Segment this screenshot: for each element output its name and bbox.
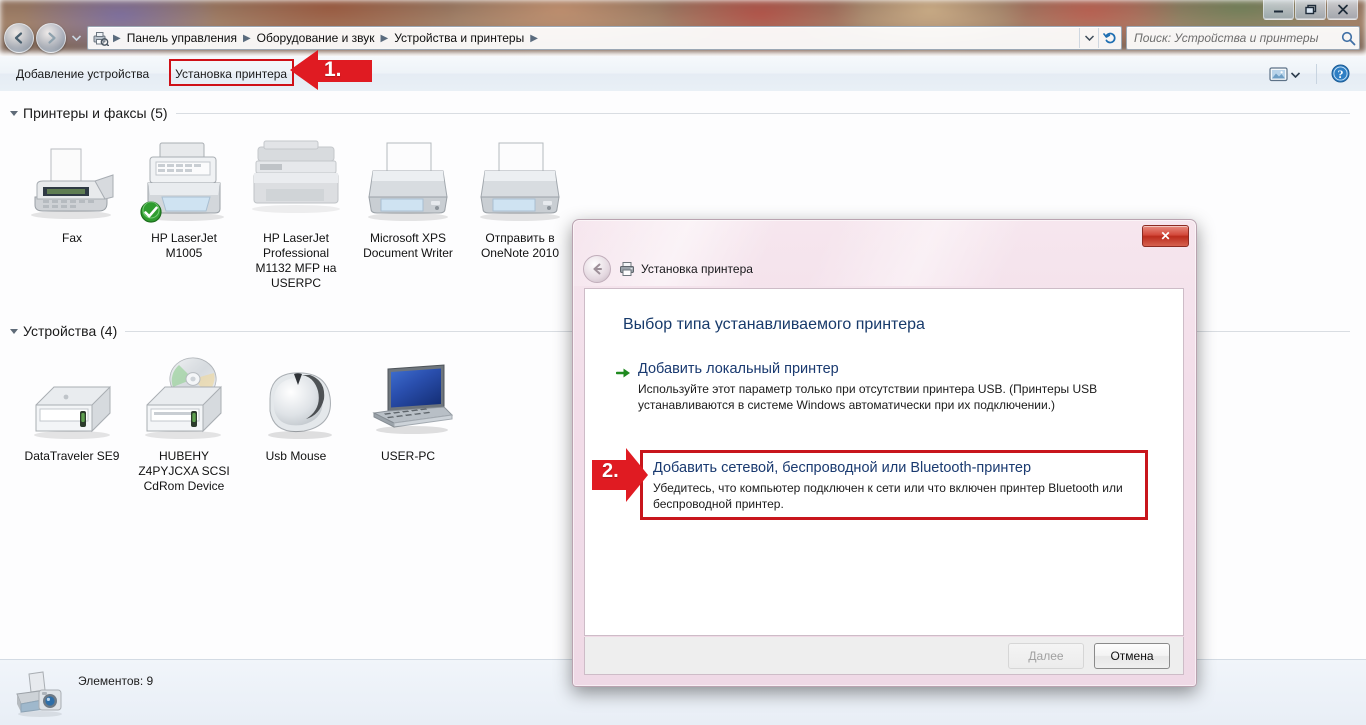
mfp-printer-offline-icon: [246, 137, 346, 225]
local-printer-text: Добавить локальный принтер Используйте э…: [638, 360, 1146, 413]
restore-button[interactable]: [1295, 0, 1326, 20]
svg-text:?: ?: [1338, 67, 1344, 81]
option-description: Используйте этот параметр только при отс…: [638, 382, 1098, 412]
dialog-title: Установка принтера: [641, 262, 753, 276]
toolbar-separator: [1316, 63, 1317, 84]
device-label: Fax: [61, 231, 82, 245]
device-tile-user-pc[interactable]: USER-PC: [352, 355, 464, 494]
device-tile-datatraveler-se9[interactable]: DataTraveler SE9: [16, 355, 128, 494]
green-arrow-icon: [615, 360, 638, 413]
cdrom-drive-icon: [134, 355, 234, 443]
collapse-triangle-icon[interactable]: [8, 325, 20, 337]
cancel-button[interactable]: Отмена: [1094, 642, 1170, 669]
fax-machine-icon: [22, 137, 122, 225]
collapse-triangle-icon[interactable]: [8, 107, 20, 119]
dialog-header: Установка принтера: [573, 252, 753, 286]
callout-1: 1.: [288, 50, 372, 90]
address-dropdown-button[interactable]: [1079, 28, 1098, 48]
breadcrumb: ▶ Панель управления ▶ Оборудование и зву…: [111, 30, 1079, 46]
virtual-printer-icon: [470, 137, 570, 225]
dialog-heading: Выбор типа устанавливаемого принтера: [623, 316, 925, 333]
back-button[interactable]: [4, 23, 34, 53]
device-label: Отправить в OneNote 2010: [480, 231, 560, 260]
group-label-devices: Устройства (4): [23, 323, 118, 339]
callout-2: 2.: [592, 442, 648, 508]
address-bar[interactable]: ▶ Панель управления ▶ Оборудование и зву…: [87, 26, 1122, 50]
printer-icon: [619, 261, 635, 277]
breadcrumb-separator: ▶: [113, 32, 121, 44]
device-label: Usb Mouse: [265, 449, 327, 463]
laser-printer-icon: [134, 137, 234, 225]
mouse-icon: [246, 355, 346, 443]
breadcrumb-separator: ▶: [530, 32, 538, 44]
callout-number: 1.: [324, 58, 342, 81]
laptop-icon: [358, 355, 458, 443]
help-button[interactable]: ?: [1325, 60, 1356, 87]
breadcrumb-item-devices-printers[interactable]: Устройства и принтеры: [390, 30, 528, 46]
device-tile-cdrom[interactable]: HUBEHY Z4PYJCXA SCSI CdRom Device: [128, 355, 240, 494]
next-button[interactable]: Далее: [1008, 642, 1084, 669]
search-icon: [1337, 31, 1359, 46]
callout-number: 2.: [602, 460, 619, 482]
option-title[interactable]: Добавить сетевой, беспроводной или Bluet…: [653, 459, 1137, 478]
device-tile-send-to-onenote[interactable]: Отправить в OneNote 2010: [464, 137, 576, 291]
search-input[interactable]: Поиск: Устройства и принтеры: [1127, 31, 1337, 45]
breadcrumb-item-hardware-sound[interactable]: Оборудование и звук: [253, 30, 379, 46]
add-device-button[interactable]: Добавление устройства: [6, 62, 159, 86]
back-arrow-icon[interactable]: [583, 255, 611, 283]
default-printer-check-icon: [140, 201, 162, 223]
search-box[interactable]: Поиск: Устройства и принтеры: [1126, 26, 1360, 50]
dialog-footer: Далее Отмена: [584, 637, 1184, 675]
network-printer-option[interactable]: Добавить сетевой, беспроводной или Bluet…: [640, 450, 1148, 520]
status-item-count: Элементов: 9: [78, 674, 154, 688]
refresh-icon[interactable]: [1098, 28, 1121, 48]
network-printer-text: Добавить сетевой, беспроводной или Bluet…: [643, 453, 1145, 512]
device-label: HUBEHY Z4PYJCXA SCSI CdRom Device: [138, 449, 230, 493]
printer-camera-icon: [12, 667, 68, 719]
close-button[interactable]: [1327, 0, 1358, 20]
device-tile-usb-mouse[interactable]: Usb Mouse: [240, 355, 352, 494]
command-toolbar: Добавление устройства Установка принтера: [0, 56, 1366, 92]
local-printer-option[interactable]: Добавить локальный принтер Используйте э…: [615, 360, 1146, 413]
navigation-buttons: [4, 23, 84, 53]
device-label: DataTraveler SE9: [24, 449, 120, 463]
option-title[interactable]: Добавить локальный принтер: [638, 360, 1146, 378]
devices-printers-icon: [92, 30, 109, 46]
breadcrumb-separator: ▶: [242, 32, 251, 44]
screen-root: ▶ Панель управления ▶ Оборудование и зву…: [0, 0, 1366, 725]
dialog-close-button[interactable]: ✕: [1142, 225, 1189, 247]
minimize-button[interactable]: [1263, 0, 1294, 20]
forward-button[interactable]: [36, 23, 66, 53]
device-label: Microsoft XPS Document Writer: [363, 231, 453, 260]
group-header-printers[interactable]: Принтеры и факсы (5): [0, 103, 1366, 123]
device-label: HP LaserJet Professional M1132 MFP на US…: [255, 231, 337, 290]
caption-buttons: [1262, 0, 1358, 22]
device-tile-xps-document-writer[interactable]: Microsoft XPS Document Writer: [352, 137, 464, 291]
device-tile-fax[interactable]: Fax: [16, 137, 128, 291]
add-printer-button[interactable]: Установка принтера: [165, 62, 297, 86]
group-label-printers: Принтеры и факсы (5): [23, 105, 168, 121]
usb-drive-icon: [22, 355, 122, 443]
change-view-button[interactable]: [1263, 61, 1308, 87]
recent-locations-dropdown[interactable]: [70, 28, 83, 48]
option-description: Убедитесь, что компьютер подключен к сет…: [653, 481, 1123, 511]
device-label: USER-PC: [380, 449, 435, 463]
chevron-down-icon: [1288, 65, 1302, 83]
device-tile-hp-laserjet-m1005[interactable]: HP LaserJet M1005: [128, 137, 240, 291]
group-divider: [175, 112, 1350, 114]
toolbar-right-group: ?: [1263, 60, 1366, 87]
virtual-printer-icon: [358, 137, 458, 225]
device-label: HP LaserJet M1005: [151, 231, 217, 260]
device-tile-hp-m1132-mfp[interactable]: HP LaserJet Professional M1132 MFP на US…: [240, 137, 352, 291]
breadcrumb-item-control-panel[interactable]: Панель управления: [123, 30, 241, 46]
address-bar-row: ▶ Панель управления ▶ Оборудование и зву…: [0, 22, 1366, 54]
breadcrumb-separator: ▶: [380, 32, 389, 44]
